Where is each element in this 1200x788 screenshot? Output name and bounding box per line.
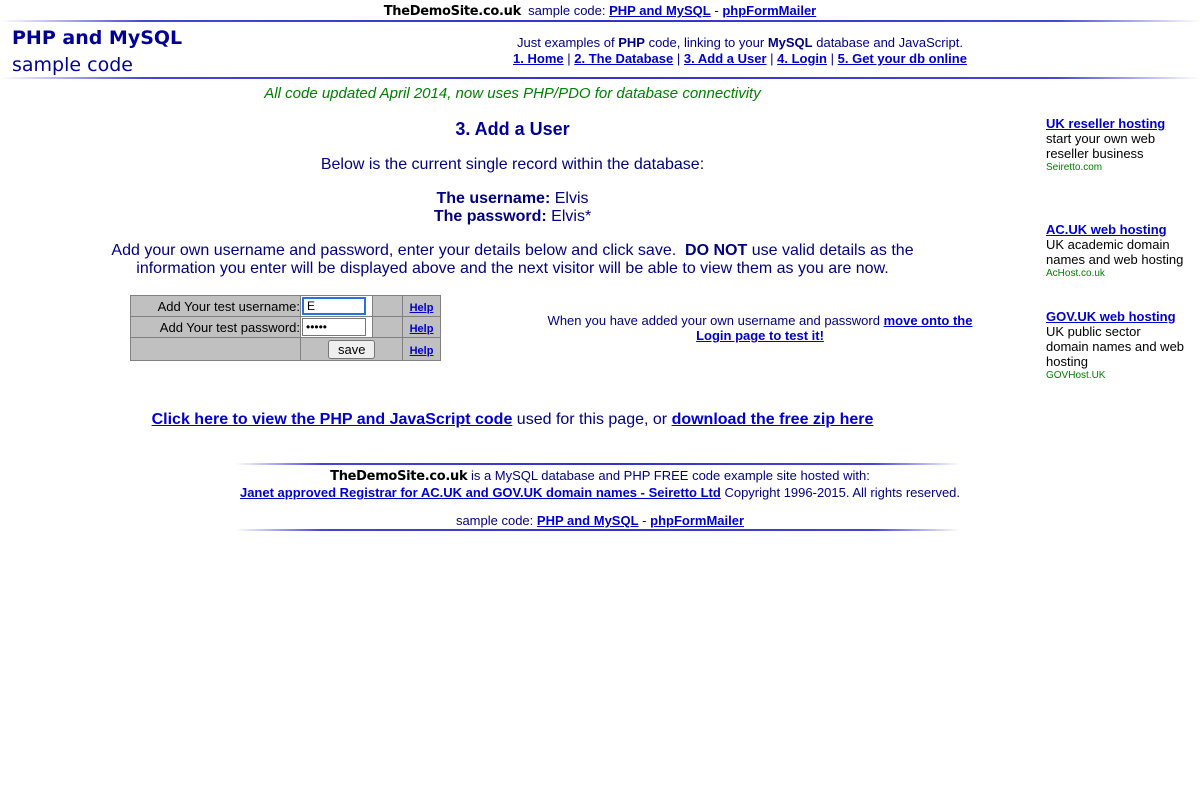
- tagline-text: Just examples of: [517, 35, 615, 50]
- tagline-text-mid: code, linking to your: [648, 35, 765, 50]
- registrar-link[interactable]: Janet approved Registrar for AC.UK and G…: [240, 485, 721, 500]
- save-help-link[interactable]: Help: [410, 345, 434, 357]
- nav-separator: |: [830, 51, 835, 66]
- nav-get-db-online[interactable]: 5. Get your db online: [838, 51, 967, 66]
- password-input[interactable]: [302, 318, 366, 336]
- nav-home[interactable]: 1. Home: [513, 51, 564, 66]
- nav-add-user[interactable]: 3. Add a User: [684, 51, 767, 66]
- login-note: When you have added your own username an…: [530, 313, 990, 343]
- password-help-link[interactable]: Help: [410, 323, 434, 335]
- username-value: Elvis: [554, 190, 589, 207]
- nav-login[interactable]: 4. Login: [777, 51, 827, 66]
- top-divider: [0, 20, 1200, 22]
- site-name: TheDemoSite.co.uk: [383, 4, 522, 19]
- footer-divider-bottom: [235, 529, 960, 531]
- ad-description: UK academic domain names and web hosting: [1046, 237, 1184, 267]
- password-label: The password:: [433, 208, 547, 225]
- code-links: Click here to view the PHP and JavaScrip…: [0, 411, 1025, 429]
- password-field-label: Add Your test password:: [130, 316, 301, 338]
- separator: -: [714, 3, 719, 18]
- ad-title-link[interactable]: UK reseller hosting: [1046, 116, 1186, 131]
- nav-separator: |: [676, 51, 681, 66]
- nav-separator: |: [567, 51, 571, 66]
- intro-text: Below is the current single record withi…: [320, 156, 705, 173]
- ad-source: Seiretto.com: [1046, 162, 1103, 173]
- password-value: Elvis*: [551, 208, 592, 225]
- tagline-mysql: MySQL: [767, 35, 813, 50]
- ad-description: UK public sector domain names and web ho…: [1046, 324, 1185, 369]
- ad-source: AcHost.co.uk: [1046, 268, 1105, 279]
- instructions-text: Add your own username and password, ente…: [111, 242, 677, 259]
- page-title: 3. Add a User: [455, 119, 570, 139]
- username-help-link[interactable]: Help: [410, 302, 434, 314]
- update-notice: All code updated April 2014, now uses PH…: [264, 85, 761, 102]
- ad-source: GOVHost.UK: [1046, 370, 1106, 381]
- ad-gov-uk: GOV.UK web hosting UK public sector doma…: [1046, 309, 1186, 382]
- username-input[interactable]: [302, 297, 366, 315]
- formmailer-link[interactable]: phpFormMailer: [722, 3, 816, 18]
- footer-hosted-text: is a MySQL database and PHP FREE code ex…: [470, 468, 870, 483]
- username-label: The username:: [436, 190, 551, 207]
- footer-divider-top: [235, 463, 960, 465]
- ad-description: start your own web reseller business: [1046, 131, 1156, 161]
- nav-separator: |: [770, 51, 774, 66]
- footer-site-name: TheDemoSite.co.uk: [330, 469, 468, 484]
- header-divider: [0, 77, 1200, 79]
- main-nav: 1. Home | 2. The Database | 3. Add a Use…: [440, 51, 1040, 67]
- view-code-link[interactable]: Click here to view the PHP and JavaScrip…: [152, 411, 513, 428]
- logo-line-1: PHP and MySQL: [12, 27, 183, 49]
- php-mysql-link[interactable]: PHP and MySQL: [609, 3, 711, 18]
- ad-title-link[interactable]: GOV.UK web hosting: [1046, 309, 1186, 324]
- ad-title-link[interactable]: AC.UK web hosting: [1046, 222, 1186, 237]
- footer: TheDemoSite.co.uk is a MySQL database an…: [0, 468, 1200, 501]
- footer-sample-code: sample code: PHP and MySQL - phpFormMail…: [0, 513, 1200, 528]
- instructions-do-not: DO NOT: [685, 242, 748, 259]
- tagline-text-end: database and JavaScript.: [816, 35, 963, 50]
- copyright: Copyright 1996-2015. All rights reserved…: [724, 485, 961, 500]
- tagline-php: PHP: [618, 35, 645, 50]
- nav-database[interactable]: 2. The Database: [574, 51, 673, 66]
- save-button[interactable]: save: [328, 340, 376, 359]
- ad-ac-uk: AC.UK web hosting UK academic domain nam…: [1046, 222, 1186, 280]
- tagline: Just examples of PHP code, linking to yo…: [440, 35, 1040, 67]
- code-links-text: used for this page, or: [516, 411, 668, 428]
- site-logo: PHP and MySQL sample code: [12, 25, 182, 79]
- sample-code-label: sample code:: [528, 3, 606, 18]
- ad-uk-reseller: UK reseller hosting start your own web r…: [1046, 116, 1186, 174]
- logo-line-2: sample code: [12, 54, 133, 76]
- footer-php-mysql-link[interactable]: PHP and MySQL: [537, 513, 639, 528]
- username-field-label: Add Your test username:: [130, 295, 301, 317]
- download-zip-link[interactable]: download the free zip here: [672, 411, 874, 428]
- top-bar: TheDemoSite.co.uk sample code: PHP and M…: [0, 3, 1200, 19]
- add-user-form: Add Your test username: Help Add Your te…: [130, 295, 441, 361]
- footer-formmailer-link[interactable]: phpFormMailer: [650, 513, 744, 528]
- footer-sample-code-label: sample code:: [455, 513, 534, 528]
- current-record: The username: Elvis The password: Elvis*: [0, 190, 1025, 226]
- footer-separator: -: [642, 513, 647, 528]
- instructions: Add your own username and password, ente…: [100, 242, 925, 278]
- login-note-text: When you have added your own username an…: [547, 313, 880, 328]
